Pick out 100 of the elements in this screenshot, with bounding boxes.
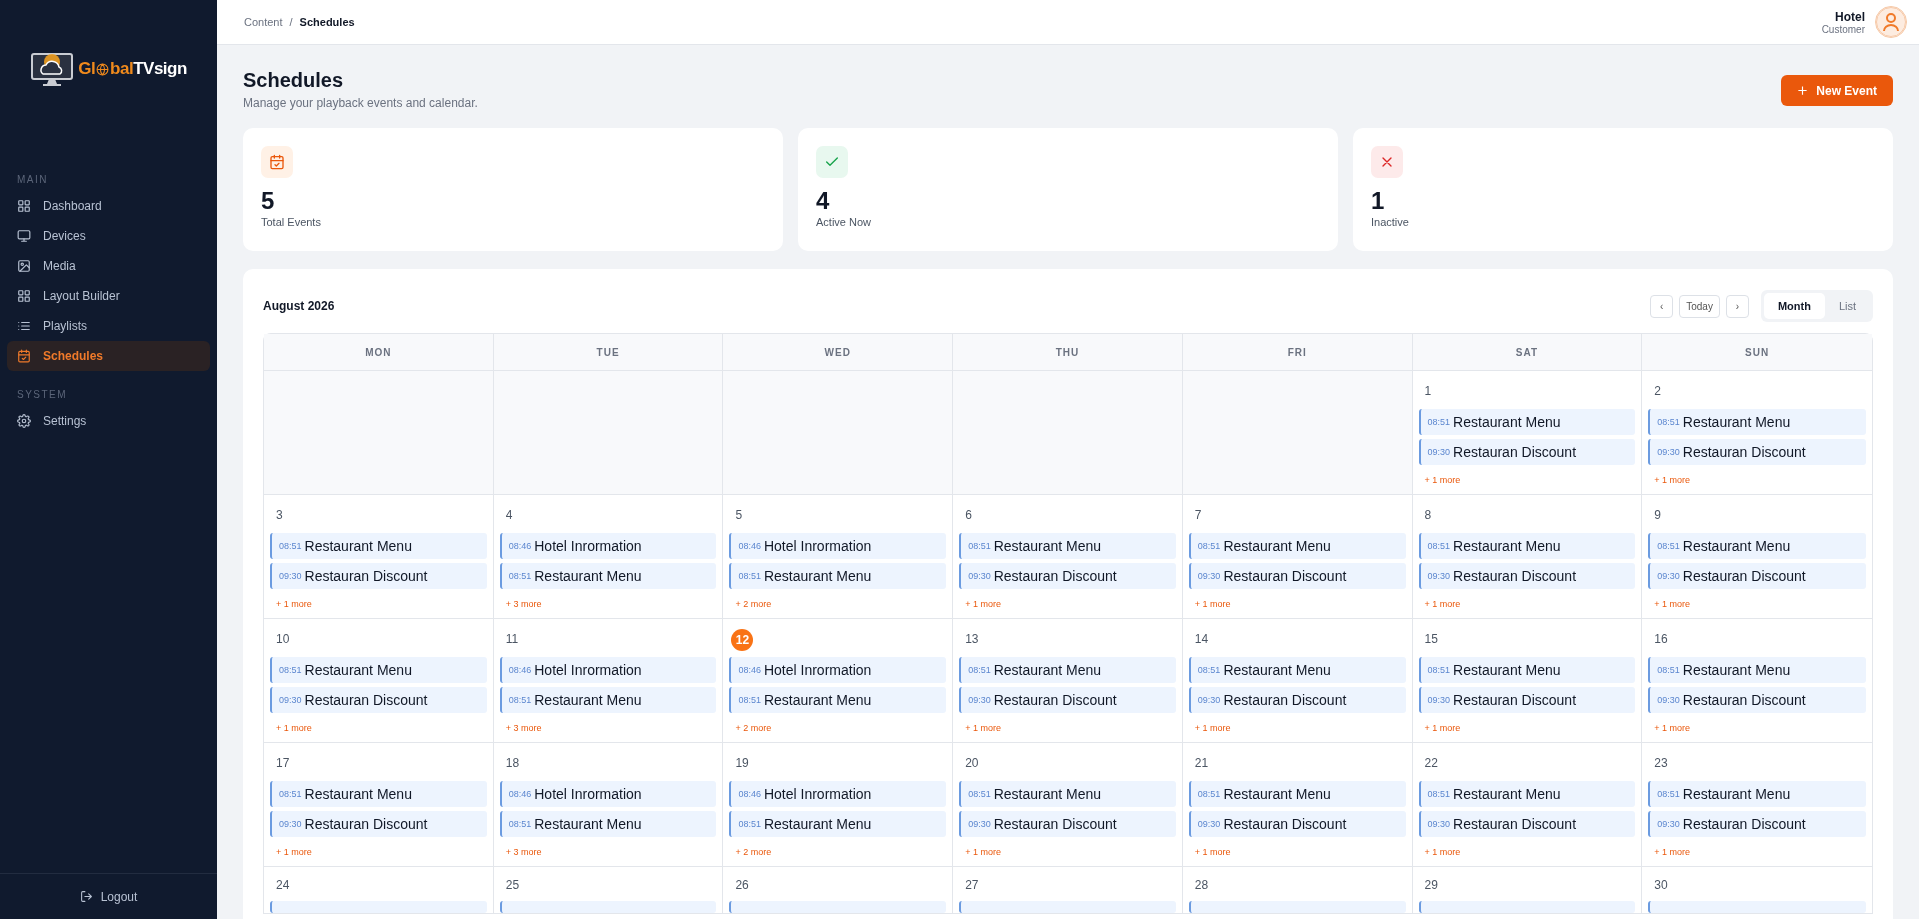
event-chip[interactable]: 08:51 Restaurant Menu [1648,533,1866,559]
more-events-link[interactable]: + 1 more [1418,475,1636,485]
new-event-button[interactable]: New Event [1781,75,1893,106]
next-button[interactable]: › [1725,294,1749,318]
more-events-link[interactable]: + 1 more [1188,599,1406,609]
event-chip[interactable]: 08:51 Restaurant Menu [499,687,717,713]
event-title: Restauran Discount [1453,816,1577,832]
more-events-link[interactable]: + 2 more [729,847,947,857]
breadcrumb-link[interactable]: Content [244,16,283,28]
sidebar-item[interactable]: Layout Builder [7,281,210,311]
event-title: Hotel Inrormation [534,786,642,802]
event-chip[interactable]: 09:30 Restauran Discount [959,687,1176,713]
event-chip[interactable] [1648,901,1866,913]
sidebar-item[interactable]: Playlists [7,311,210,341]
event-chip[interactable] [1418,901,1636,913]
event-chip[interactable]: 09:30 Restauran Discount [1418,563,1636,589]
event-chip[interactable]: 09:30 Restauran Discount [1418,439,1636,465]
more-events-link[interactable]: + 2 more [729,599,947,609]
more-events-link[interactable]: + 1 more [959,599,1176,609]
more-events-link[interactable]: + 1 more [1648,723,1866,733]
event-chip[interactable]: 08:51 Restaurant Menu [1188,533,1406,559]
event-chip[interactable]: 08:46 Hotel Inrormation [729,781,947,807]
more-events-link[interactable]: + 1 more [1188,723,1406,733]
more-events-link[interactable]: + 3 more [499,847,717,857]
event-chip[interactable]: 08:51 Restaurant Menu [1188,657,1406,683]
sidebar-item[interactable]: Schedules [7,341,210,371]
sidebar-item[interactable]: Settings [7,406,210,436]
event-chip[interactable] [959,901,1176,913]
sidebar-item[interactable]: Devices [7,221,210,251]
event-time: 09:30 [1657,819,1680,829]
more-events-link[interactable]: + 1 more [1648,475,1866,485]
sidebar-item[interactable]: Media [7,251,210,281]
more-events-link[interactable]: + 3 more [499,723,717,733]
event-chip[interactable]: 08:51 Restaurant Menu [1418,533,1636,559]
event-time: 08:51 [508,571,532,581]
event-chip[interactable]: 09:30 Restauran Discount [270,811,487,837]
event-chip[interactable]: 09:30 Restauran Discount [1188,563,1406,589]
event-chip[interactable] [499,901,717,913]
event-chip[interactable]: 08:51 Restaurant Menu [1188,781,1406,807]
more-events-link[interactable]: + 1 more [270,723,487,733]
more-events-link[interactable]: + 1 more [1418,723,1636,733]
event-chip[interactable]: 08:51 Restaurant Menu [959,781,1176,807]
event-chip[interactable]: 08:51 Restaurant Menu [270,657,487,683]
more-events-link[interactable]: + 1 more [959,847,1176,857]
event-chip[interactable]: 08:51 Restaurant Menu [959,657,1176,683]
event-title: Hotel Inrormation [534,538,642,554]
more-events-link[interactable]: + 1 more [270,847,487,857]
event-chip[interactable]: 09:30 Restauran Discount [270,563,487,589]
more-events-link[interactable]: + 1 more [1418,599,1636,609]
logout-button[interactable]: Logout [73,888,144,905]
event-chip[interactable]: 08:51 Restaurant Menu [1648,409,1866,435]
logo-text: bal [110,59,134,79]
sidebar-item[interactable]: Dashboard [7,191,210,221]
event-chip[interactable]: 08:46 Hotel Inrormation [499,781,717,807]
more-events-link[interactable]: + 1 more [1418,847,1636,857]
view-tab[interactable]: Month [1763,293,1825,319]
event-time: 08:51 [968,541,991,551]
event-chip[interactable]: 08:51 Restaurant Menu [1648,657,1866,683]
more-events-link[interactable]: + 1 more [270,599,487,609]
event-chip[interactable]: 09:30 Restauran Discount [959,563,1176,589]
event-chip[interactable]: 08:46 Hotel Inrormation [729,533,947,559]
weekday-header: FRI [1182,334,1413,371]
event-chip[interactable]: 08:51 Restaurant Menu [499,563,717,589]
event-chip[interactable]: 09:30 Restauran Discount [1418,687,1636,713]
event-chip[interactable]: 09:30 Restauran Discount [1648,811,1866,837]
more-events-link[interactable]: + 1 more [1648,599,1866,609]
more-events-link[interactable]: + 2 more [729,723,947,733]
more-events-link[interactable]: + 1 more [1648,847,1866,857]
event-chip[interactable]: 09:30 Restauran Discount [270,687,487,713]
event-chip[interactable]: 08:46 Hotel Inrormation [729,657,947,683]
event-chip[interactable]: 08:51 Restaurant Menu [1648,781,1866,807]
event-chip[interactable] [1188,901,1406,913]
more-events-link[interactable]: + 1 more [959,723,1176,733]
event-chip[interactable]: 08:51 Restaurant Menu [270,781,487,807]
previous-button[interactable]: ‹ [1650,294,1674,318]
event-chip[interactable]: 08:51 Restaurant Menu [499,811,717,837]
event-chip[interactable]: 08:51 Restaurant Menu [1418,781,1636,807]
today-button[interactable]: Today [1679,294,1720,318]
more-events-link[interactable]: + 3 more [499,599,717,609]
event-chip[interactable]: 09:30 Restauran Discount [1648,439,1866,465]
event-chip[interactable]: 09:30 Restauran Discount [1648,563,1866,589]
event-chip[interactable]: 08:51 Restaurant Menu [729,811,947,837]
more-events-link[interactable]: + 1 more [1188,847,1406,857]
event-chip[interactable]: 08:51 Restaurant Menu [729,687,947,713]
avatar-icon[interactable] [1875,6,1907,38]
event-chip[interactable]: 09:30 Restauran Discount [1418,811,1636,837]
event-chip[interactable]: 09:30 Restauran Discount [1648,687,1866,713]
event-chip[interactable]: 09:30 Restauran Discount [1188,687,1406,713]
event-chip[interactable]: 08:46 Hotel Inrormation [499,657,717,683]
event-chip[interactable]: 08:51 Restaurant Menu [1418,657,1636,683]
event-chip[interactable]: 09:30 Restauran Discount [959,811,1176,837]
event-chip[interactable]: 08:46 Hotel Inrormation [499,533,717,559]
event-chip[interactable] [729,901,947,913]
event-chip[interactable]: 08:51 Restaurant Menu [1418,409,1636,435]
event-chip[interactable]: 09:30 Restauran Discount [1188,811,1406,837]
event-chip[interactable]: 08:51 Restaurant Menu [729,563,947,589]
event-chip[interactable]: 08:51 Restaurant Menu [959,533,1176,559]
event-chip[interactable] [270,901,487,913]
view-tab[interactable]: List [1824,293,1870,319]
event-chip[interactable]: 08:51 Restaurant Menu [270,533,487,559]
